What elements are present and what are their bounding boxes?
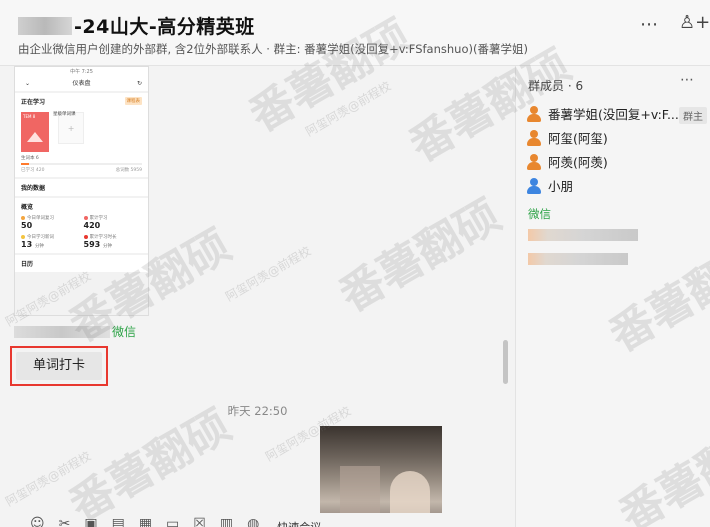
avatar-head — [530, 105, 538, 114]
redacted-member[interactable] — [528, 253, 628, 265]
phone-dot-icon — [83, 234, 88, 239]
phone-stat-today-review: 今日单词复习 50 — [21, 215, 80, 230]
chat-scrollbar[interactable] — [503, 340, 508, 384]
phone-dot-icon — [21, 215, 25, 220]
phone-learned: 已学习 420 — [21, 168, 45, 173]
phone-stat-value: 13 — [21, 240, 33, 249]
phone-studying-section: 正在学习 课程表 TEM 8 + 星级单词课 生词本 6 已学习 420 总词数… — [15, 93, 148, 177]
chat-area[interactable]: 中午 7:25 ⌄ 仪表盘 ↻ 正在学习 课程表 TEM 8 + 星级单词课 生… — [0, 66, 515, 527]
member-count-title: 群成员 · 6 — [528, 79, 584, 93]
phone-stat-value: 420 — [83, 221, 101, 230]
phone-schedule-badge: 课程表 — [124, 97, 142, 105]
phone-book-caption: TEM 8 — [23, 114, 36, 119]
member-item[interactable]: 番薯学姐(没回复+v:F... — [526, 104, 679, 123]
image-icon[interactable]: ▣ — [84, 517, 97, 527]
member-name: 阿羡(阿羡) — [548, 155, 608, 170]
phone-status-bar: 中午 7:25 — [15, 67, 148, 77]
phone-stat-learned: 累计学习 420 — [83, 215, 143, 230]
screenshot-image-message[interactable]: 中午 7:25 ⌄ 仪表盘 ↻ 正在学习 课程表 TEM 8 + 星级单词课 生… — [14, 66, 149, 316]
photo-message[interactable] — [320, 426, 442, 527]
input-toolbar: ☺ ✂ ▣ ▤ ▦ ▭ ☒ ▥ ◍ 快速会议 — [0, 513, 515, 527]
phone-overview-title: 概览 — [21, 204, 34, 211]
add-member-icon[interactable]: ♙+ — [679, 12, 710, 33]
phone-new-words: 生词本 6 — [21, 156, 39, 161]
member-item[interactable]: 小朋 — [526, 176, 573, 195]
user-avatar-icon — [526, 129, 542, 146]
group-subtitle: 由企业微信用户创建的外部群, 含2位外部联系人 · 群主: 番薯学姐(没回复+v… — [18, 42, 528, 56]
emoji-icon[interactable]: ☺ — [30, 517, 45, 527]
doc-icon[interactable]: ☒ — [193, 517, 206, 527]
member-item[interactable]: 阿羡(阿羡) — [526, 152, 608, 171]
phone-stat-value: 593 — [83, 240, 101, 249]
owner-badge: 群主 — [679, 107, 707, 124]
phone-stats-grid: 今日单词复习 50 累计学习 420 今日学习新词 13 分钟 累计学习时长 5… — [21, 215, 142, 249]
phone-total: 总词数 5959 — [115, 168, 142, 173]
message-timestamp: 昨天 22:50 — [227, 404, 288, 418]
member-item[interactable]: 阿玺(阿玺) — [526, 128, 608, 147]
member-panel: 群成员 · 6 ⋯ 番薯学姐(没回复+v:F... 群主 阿玺(阿玺) 阿羡(阿… — [515, 66, 710, 527]
phone-dot-icon — [21, 234, 25, 239]
phone-stat-unit: 分钟 — [103, 244, 112, 249]
word-checkin-highlight: 单词打卡 — [10, 346, 108, 386]
redacted-title-prefix — [18, 16, 72, 35]
title-row: -24山大-高分精英班 — [18, 12, 255, 39]
member-name: 阿玺(阿玺) — [548, 131, 608, 146]
quick-meeting-button[interactable]: 快速会议 — [277, 519, 321, 527]
member-name: 番薯学姐(没回复+v:F... — [548, 107, 679, 122]
phone-data-title: 我的数据 — [21, 185, 46, 192]
phone-stat-today-learn: 今日学习新词 13 分钟 — [21, 234, 80, 249]
avatar-head — [530, 129, 538, 138]
phone-stat-value: 50 — [21, 221, 33, 230]
user-avatar-icon — [526, 153, 542, 170]
phone-progress-bar — [21, 163, 142, 165]
avatar-body — [527, 161, 541, 170]
chat-header: -24山大-高分精英班 由企业微信用户创建的外部群, 含2位外部联系人 · 群主… — [0, 0, 710, 66]
phone-refresh-icon: ↻ — [136, 80, 142, 87]
phone-studying-title: 正在学习 — [21, 99, 46, 106]
phone-calendar-title: 日历 — [21, 261, 34, 268]
phone-nav-title: 仪表盘 — [72, 80, 91, 87]
user-avatar-icon — [526, 105, 542, 122]
more-options-icon[interactable]: ⋯ — [640, 14, 659, 35]
member-name: 小朋 — [548, 179, 574, 194]
redacted-sender-name — [14, 325, 110, 338]
phone-back-icon: ⌄ — [25, 80, 31, 87]
phone-data-section: 我的数据 — [15, 179, 148, 196]
scissors-icon[interactable]: ✂ — [59, 517, 71, 527]
redacted-member[interactable] — [528, 229, 638, 241]
file-icon[interactable]: ▤ — [112, 517, 125, 527]
panel-more-icon[interactable]: ⋯ — [680, 72, 695, 88]
avatar-body — [527, 137, 541, 146]
folder-icon[interactable]: ▭ — [166, 517, 179, 527]
phone-calendar-section: 日历 — [15, 255, 148, 272]
voice-icon[interactable]: ◍ — [247, 517, 259, 527]
avatar-head — [530, 153, 538, 162]
wechat-members-label: 微信 — [528, 207, 551, 221]
phone-add-book-label: 星级单词课 — [53, 112, 76, 117]
phone-progress-fill — [21, 163, 30, 165]
phone-book-graphic — [27, 132, 43, 142]
sender-wechat-tag: 微信 — [112, 325, 137, 339]
phone-progress-labels: 已学习 420 总词数 5959 — [21, 167, 142, 173]
message-sender[interactable]: 微信 — [14, 323, 136, 340]
photo-detail — [340, 466, 380, 516]
avatar-body — [527, 185, 541, 194]
phone-stat-total-learn: 累计学习时长 593 分钟 — [83, 234, 143, 249]
calendar-icon[interactable]: ▦ — [139, 517, 152, 527]
avatar-body — [527, 113, 541, 122]
phone-overview-section: 概览 今日单词复习 50 累计学习 420 今日学习新词 13 分钟 累计学习时… — [15, 198, 148, 253]
user-avatar-icon — [526, 177, 542, 194]
avatar-head — [530, 177, 538, 186]
phone-dot-icon — [83, 215, 88, 220]
phone-book-cover: TEM 8 — [21, 112, 49, 152]
phone-stat-unit: 分钟 — [34, 244, 44, 249]
group-title[interactable]: -24山大-高分精英班 — [74, 12, 255, 39]
more-tools-icon[interactable]: ▥ — [220, 517, 233, 527]
word-checkin-message[interactable]: 单词打卡 — [16, 352, 102, 380]
phone-nav-bar: ⌄ 仪表盘 ↻ — [15, 77, 148, 91]
